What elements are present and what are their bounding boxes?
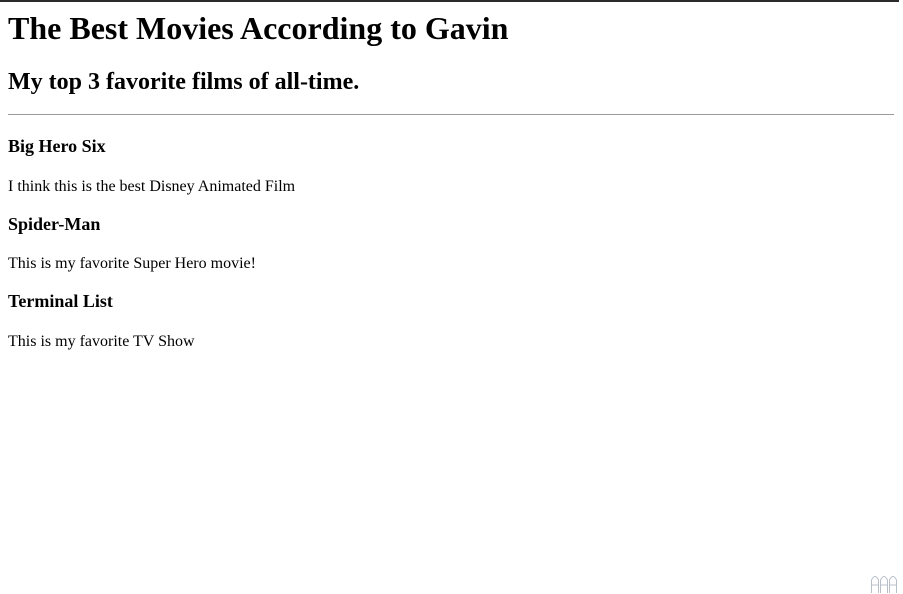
movie-title-big-hero-six: Big Hero Six bbox=[8, 136, 106, 156]
movie-description-terminal-list: This is my favorite TV Show bbox=[8, 333, 195, 350]
movie-title-terminal-list: Terminal List bbox=[8, 291, 113, 311]
movie-description-spider-man: This is my favorite Super Hero movie! bbox=[8, 255, 256, 272]
section-divider bbox=[8, 114, 894, 115]
page-title: The Best Movies According to Gavin bbox=[8, 10, 509, 46]
movie-description-big-hero-six: I think this is the best Disney Animated… bbox=[8, 178, 296, 195]
watermark-logo-icon bbox=[871, 576, 897, 593]
window-top-edge bbox=[0, 0, 899, 2]
movie-title-spider-man: Spider-Man bbox=[8, 214, 101, 234]
page-subtitle: My top 3 favorite films of all-time. bbox=[8, 69, 360, 95]
